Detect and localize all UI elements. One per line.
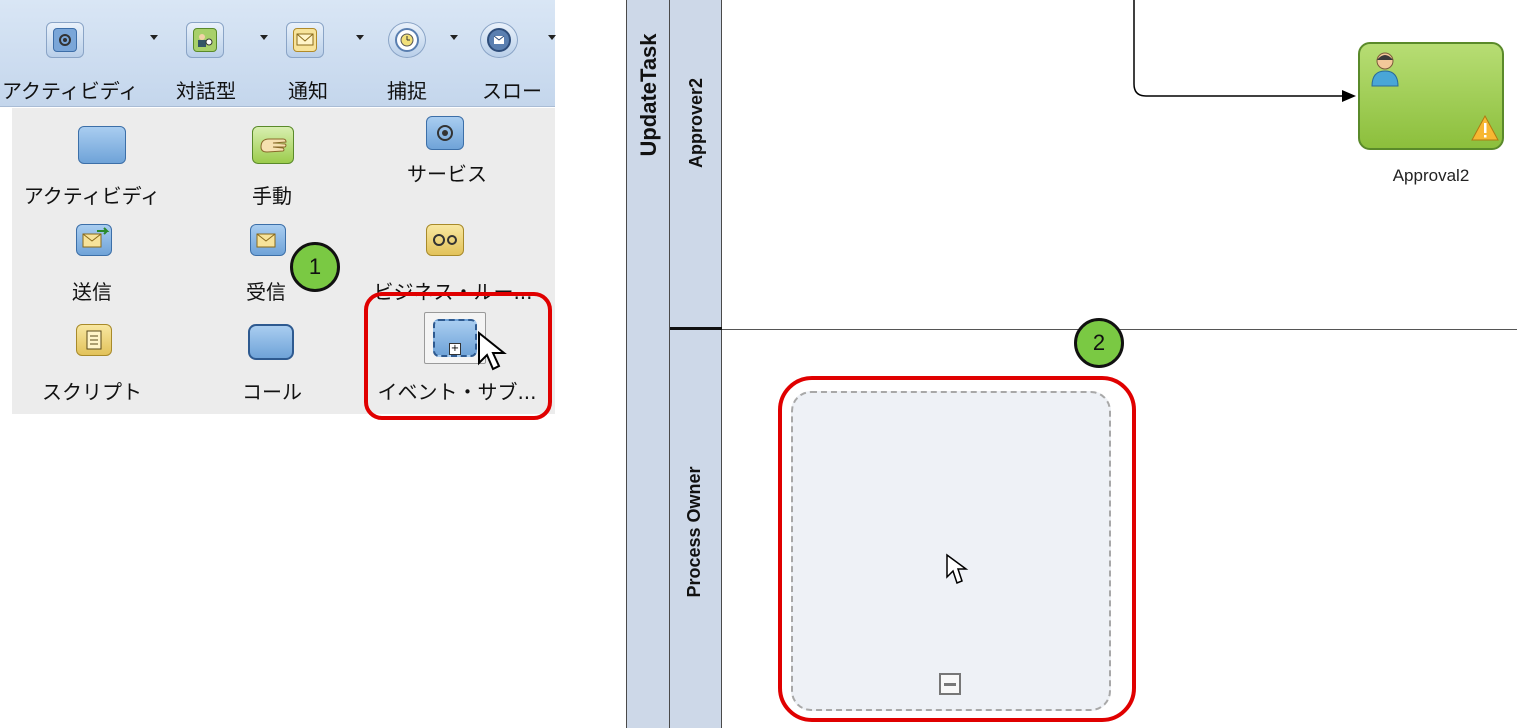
lane-header-approver2[interactable]: Approver2 <box>670 0 722 329</box>
chevron-down-icon[interactable] <box>356 35 364 40</box>
palette-label-manual[interactable]: 手動 <box>222 180 322 209</box>
lane-header-process-owner[interactable]: Process Owner <box>670 329 722 728</box>
toolbar-label-interactive[interactable]: 対話型 <box>176 75 236 104</box>
send-envelope-icon[interactable] <box>76 224 112 256</box>
envelope-icon <box>293 28 317 52</box>
receive-envelope-icon[interactable] <box>250 224 286 256</box>
pool-name: UpdateTask <box>636 33 661 157</box>
toolbar-label-notification[interactable]: 通知 <box>288 75 328 104</box>
clock-icon <box>395 28 419 52</box>
notification-category-button[interactable] <box>286 22 324 58</box>
message-icon <box>487 28 511 52</box>
lane-name-process-owner: Process Owner <box>684 466 704 598</box>
call-icon[interactable] <box>248 324 294 360</box>
approval2-task-label: Approval2 <box>1392 166 1470 185</box>
palette-label-call[interactable]: コール <box>222 376 322 405</box>
lane-divider-header <box>670 327 722 330</box>
interactive-category-button[interactable] <box>186 22 224 58</box>
user-icon <box>1371 52 1399 87</box>
throw-category-button[interactable] <box>480 22 518 58</box>
chevron-down-icon[interactable] <box>260 35 268 40</box>
activity-icon[interactable] <box>78 126 126 164</box>
gear-icon <box>53 28 77 52</box>
highlight-box-subprocess <box>778 376 1136 722</box>
business-rule-icon[interactable] <box>426 224 464 256</box>
people-icon <box>193 28 217 52</box>
toolbar-label-activity[interactable]: アクティビディ <box>2 75 138 104</box>
chevron-down-icon[interactable] <box>150 35 158 40</box>
toolbar-label-catch[interactable]: 捕捉 <box>387 75 427 104</box>
catch-category-button[interactable] <box>388 22 426 58</box>
hand-icon[interactable] <box>252 126 294 164</box>
script-icon[interactable] <box>76 324 112 356</box>
step-callout-2: 2 <box>1074 318 1124 368</box>
toolbar-label-throw[interactable]: スロー <box>482 75 542 104</box>
palette-label-activity[interactable]: アクティビディ <box>12 180 172 209</box>
palette-label-send[interactable]: 送信 <box>42 276 142 305</box>
palette-label-service[interactable]: サービス <box>392 158 502 187</box>
approval2-task[interactable] <box>1358 42 1504 150</box>
chevron-down-icon[interactable] <box>548 35 556 40</box>
chevron-down-icon[interactable] <box>450 35 458 40</box>
gear-icon[interactable] <box>426 116 464 150</box>
sequence-flow-connector[interactable] <box>1120 0 1370 110</box>
highlight-box-palette <box>364 292 552 420</box>
lane-name-approver2: Approver2 <box>686 77 706 169</box>
palette-label-script[interactable]: スクリプト <box>32 376 152 405</box>
pool-header[interactable]: UpdateTask <box>626 0 670 728</box>
step-callout-1: 1 <box>290 242 340 292</box>
activity-category-button[interactable] <box>46 22 84 58</box>
component-toolbar: アクティビディ 対話型 通知 捕捉 スロー <box>0 0 556 107</box>
warning-icon <box>1471 114 1499 141</box>
